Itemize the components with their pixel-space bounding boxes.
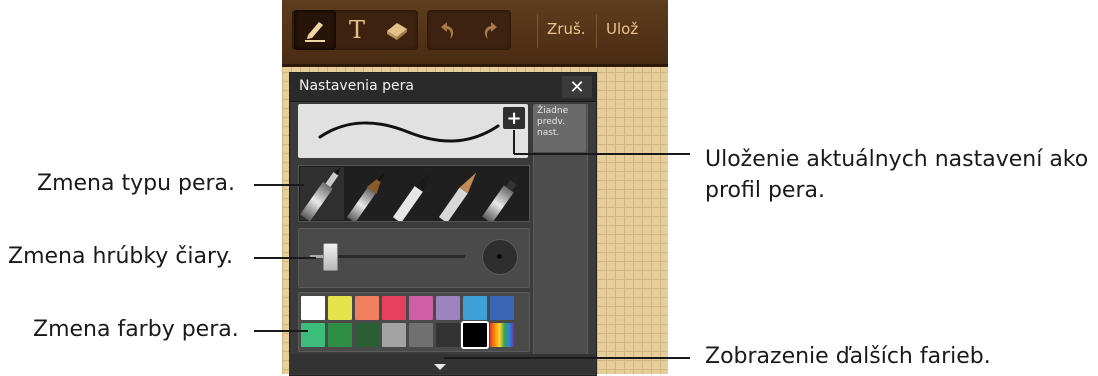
- save-button[interactable]: Ulož: [606, 20, 638, 38]
- panel-header: Nastavenia pera ✕: [290, 73, 596, 102]
- toolbar-separator: [537, 14, 538, 48]
- add-preset-button[interactable]: +: [503, 107, 525, 129]
- undo-icon: [441, 22, 454, 39]
- thickness-slider-handle[interactable]: [322, 243, 338, 271]
- text-tool-button[interactable]: T: [338, 10, 376, 50]
- callout-pen-type: Zmena typu pera.: [37, 171, 236, 196]
- toolbar-separator: [596, 14, 597, 48]
- color-swatch[interactable]: [301, 323, 325, 347]
- redo-icon: [484, 22, 497, 39]
- close-icon: ✕: [569, 76, 585, 98]
- leader-more-colors: [444, 357, 690, 359]
- pen-types: [300, 167, 524, 224]
- stroke-preview-line: [318, 121, 500, 143]
- callout-save-profile-line1: Uloženie aktuálnych nastavení ako: [705, 147, 1089, 172]
- pen-type-felt[interactable]: [482, 171, 524, 224]
- redo-button[interactable]: [471, 10, 509, 50]
- callout-line-thickness: Zmena hrúbky čiary.: [8, 244, 233, 269]
- leader-save-profile: [514, 153, 690, 155]
- eraser-tool-button[interactable]: [378, 10, 416, 50]
- toolbar: T Zruš. Ulož: [282, 0, 668, 67]
- close-button[interactable]: ✕: [562, 76, 592, 98]
- callout-pen-color: Zmena farby pera.: [33, 317, 239, 342]
- leader-pen-color: [254, 330, 308, 332]
- eraser-icon: [387, 23, 407, 40]
- stroke-preview: [298, 104, 528, 158]
- color-swatch[interactable]: [355, 296, 379, 320]
- color-swatch[interactable]: [409, 323, 433, 347]
- color-swatch[interactable]: [355, 323, 379, 347]
- color-swatch[interactable]: [328, 323, 352, 347]
- color-swatch[interactable]: [436, 323, 460, 347]
- plus-icon: +: [506, 107, 522, 129]
- undo-button[interactable]: [429, 10, 467, 50]
- pen-icon: [305, 22, 325, 42]
- pen-tool-button[interactable]: [294, 10, 336, 50]
- preset-empty-label: Žiadne predv. nast.: [537, 106, 569, 138]
- pen-type-calligraphy[interactable]: [438, 170, 480, 223]
- leader-save-profile-vertical: [513, 130, 515, 154]
- color-swatch[interactable]: [382, 323, 406, 347]
- cancel-button[interactable]: Zruš.: [547, 20, 586, 38]
- color-swatch[interactable]: [328, 296, 352, 320]
- panel-title: Nastavenia pera: [299, 78, 414, 94]
- thickness-preview-dot: [497, 254, 502, 259]
- chevron-down-icon[interactable]: [434, 364, 446, 370]
- color-spectrum-swatch[interactable]: [490, 323, 514, 347]
- color-swatch[interactable]: [436, 296, 460, 320]
- pen-type-selector: [298, 165, 530, 224]
- callout-more-colors: Zobrazenie ďalších farieb.: [705, 344, 991, 369]
- pen-type-pencil[interactable]: [392, 170, 434, 223]
- color-swatch[interactable]: [490, 296, 514, 320]
- color-swatch[interactable]: [382, 296, 406, 320]
- pen-type-brush[interactable]: [346, 167, 390, 223]
- callout-save-profile-line2: profil pera.: [705, 178, 825, 203]
- color-swatch[interactable]: [463, 323, 487, 347]
- leader-line-thickness: [254, 257, 316, 259]
- color-swatch[interactable]: [409, 296, 433, 320]
- leader-pen-type: [254, 184, 304, 186]
- text-icon: T: [348, 16, 365, 44]
- color-swatch[interactable]: [463, 296, 487, 320]
- color-swatch[interactable]: [301, 296, 325, 320]
